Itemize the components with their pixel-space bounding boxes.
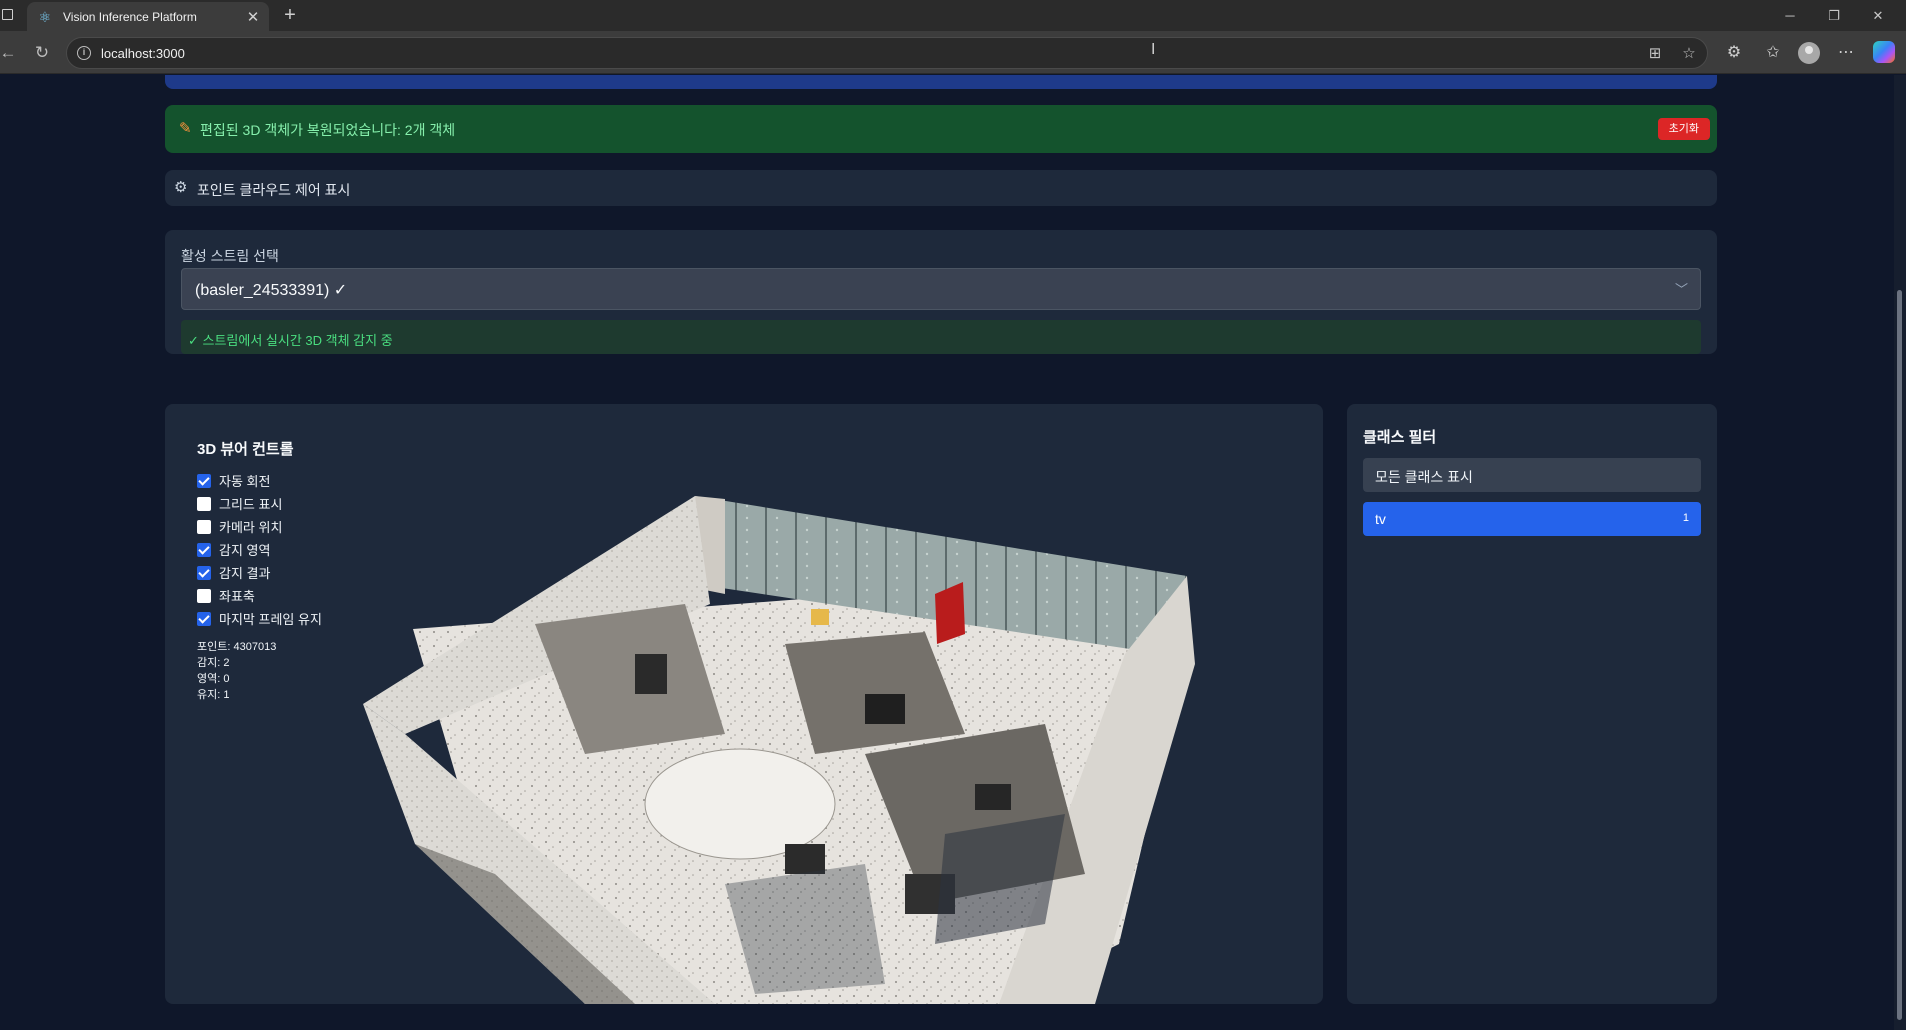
checkbox[interactable] [197, 519, 211, 534]
option-camera-position[interactable]: 카메라 위치 [197, 515, 377, 538]
option-detection-results[interactable]: 감지 결과 [197, 561, 377, 584]
option-label: 좌표축 [219, 589, 255, 604]
browser-tab[interactable]: ⚛ Vision Inference Platform ✕ [27, 2, 269, 31]
close-window-icon[interactable]: ✕ [1856, 4, 1900, 28]
page-scrollbar-thumb[interactable] [1897, 290, 1902, 1020]
stream-select-value: (basler_24533391) ✓ [195, 282, 348, 299]
tab-close-icon[interactable]: ✕ [241, 8, 265, 26]
checkbox-checked[interactable] [197, 611, 211, 626]
stat-kept: 유지: 1 [197, 689, 230, 701]
app-available-icon[interactable]: ⊞ [1645, 44, 1665, 64]
3d-viewer-panel[interactable]: 3D 뷰어 컨트롤 자동 회전 그리드 표시 카메라 위치 감지 영역 감지 결… [165, 404, 1323, 1004]
checkbox[interactable] [197, 496, 211, 511]
profile-avatar[interactable] [1798, 42, 1820, 64]
option-axes[interactable]: 좌표축 [197, 584, 377, 607]
cut-off-panel [165, 75, 1717, 89]
option-show-grid[interactable]: 그리드 표시 [197, 492, 377, 515]
favorites-icon[interactable]: ✩ [1761, 41, 1785, 65]
checkbox-checked[interactable] [197, 542, 211, 557]
viewer-stats: 포인트: 4307013 감지: 2 영역: 0 유지: 1 [197, 639, 377, 703]
option-label: 감지 영역 [219, 543, 271, 558]
stream-status: ✓ 스트림에서 실시간 3D 객체 감지 중 [181, 320, 1701, 354]
chevron-down-icon: ﹀ [1674, 282, 1688, 297]
reset-button[interactable]: 초기화 [1657, 118, 1710, 140]
viewer-controls-title: 3D 뷰어 컨트롤 [197, 441, 294, 458]
option-keep-last-frame[interactable]: 마지막 프레임 유지 [197, 607, 377, 630]
pointcloud-control-toggle[interactable]: ⚙ 포인트 클라우드 제어 표시 [165, 170, 1717, 206]
stream-select[interactable]: (basler_24533391) ✓ ﹀ [181, 268, 1701, 310]
stream-selector-title: 활성 스트림 선택 [181, 248, 279, 264]
pointcloud-toggle-label: 포인트 클라우드 제어 표시 [197, 182, 351, 198]
restore-icon[interactable]: ❐ [1812, 4, 1856, 28]
tab-title: Vision Inference Platform [63, 9, 197, 24]
stream-selector-card: 활성 스트림 선택 (basler_24533391) ✓ ﹀ ✓ 스트림에서 … [165, 230, 1717, 354]
browser-tab-strip: ⚛ Vision Inference Platform ✕ + ─ ❐ ✕ [0, 0, 1906, 31]
gear-icon: ⚙ [174, 179, 188, 196]
new-tab-icon[interactable]: + [278, 2, 302, 28]
extensions-icon[interactable]: ⚙ [1722, 41, 1746, 65]
react-favicon-icon: ⚛ [38, 8, 52, 25]
class-count: 1 [1682, 512, 1689, 524]
class-filter-item-tv[interactable]: tv 1 [1363, 502, 1701, 536]
address-bar-row: ← ↻ i localhost:3000 ⊞ ☆ I ⚙ ✩ ⋯ [0, 31, 1906, 74]
viewer-controls: 3D 뷰어 컨트롤 자동 회전 그리드 표시 카메라 위치 감지 영역 감지 결… [197, 438, 377, 703]
checkbox-checked[interactable] [197, 473, 211, 488]
site-info-icon[interactable]: i [77, 46, 91, 60]
option-detection-region[interactable]: 감지 영역 [197, 538, 377, 561]
class-filter-panel: 클래스 필터 모든 클래스 표시 tv 1 [1347, 404, 1717, 1004]
copilot-icon[interactable] [1873, 41, 1895, 63]
stat-detections: 감지: 2 [197, 657, 230, 669]
option-label: 마지막 프레임 유지 [219, 612, 322, 627]
show-all-classes-button[interactable]: 모든 클래스 표시 [1363, 458, 1701, 492]
class-name: tv [1375, 511, 1386, 527]
equipment [975, 784, 1011, 810]
stat-regions: 영역: 0 [197, 673, 230, 685]
option-label: 카메라 위치 [219, 520, 283, 535]
page-content: ✎ 편집된 3D 객체가 복원되었습니다: 2개 객체 초기화 ⚙ 포인트 클라… [0, 75, 1894, 1030]
round-table [644, 748, 836, 860]
show-all-classes-label: 모든 클래스 표시 [1375, 469, 1473, 485]
class-filter-title: 클래스 필터 [1363, 429, 1437, 446]
yellow-box [811, 609, 829, 625]
equipment [865, 694, 905, 724]
equipment [635, 654, 667, 694]
stat-points: 포인트: 4307013 [197, 641, 277, 653]
text-cursor-icon: I [1151, 41, 1156, 58]
option-label: 그리드 표시 [219, 497, 283, 512]
back-icon[interactable]: ← [0, 41, 20, 65]
equipment [785, 844, 825, 874]
url-text[interactable]: localhost:3000 [101, 46, 185, 61]
address-bar[interactable]: i localhost:3000 ⊞ ☆ [66, 37, 1708, 69]
option-label: 자동 회전 [219, 474, 271, 489]
more-menu-icon[interactable]: ⋯ [1834, 41, 1858, 65]
option-auto-rotate[interactable]: 자동 회전 [197, 469, 377, 492]
favorite-star-icon[interactable]: ☆ [1679, 44, 1699, 64]
option-label: 감지 결과 [219, 566, 271, 581]
checkbox-checked[interactable] [197, 565, 211, 580]
stream-status-text: ✓ 스트림에서 실시간 3D 객체 감지 중 [188, 333, 393, 348]
tab-actions-icon[interactable] [2, 9, 13, 20]
restore-message: 편집된 3D 객체가 복원되었습니다: 2개 객체 [200, 122, 456, 138]
refresh-icon[interactable]: ↻ [30, 41, 54, 65]
pencil-icon: ✎ [179, 120, 192, 137]
checkbox[interactable] [197, 588, 211, 603]
restore-banner: ✎ 편집된 3D 객체가 복원되었습니다: 2개 객체 초기화 [165, 105, 1717, 153]
minimize-icon[interactable]: ─ [1768, 4, 1812, 28]
